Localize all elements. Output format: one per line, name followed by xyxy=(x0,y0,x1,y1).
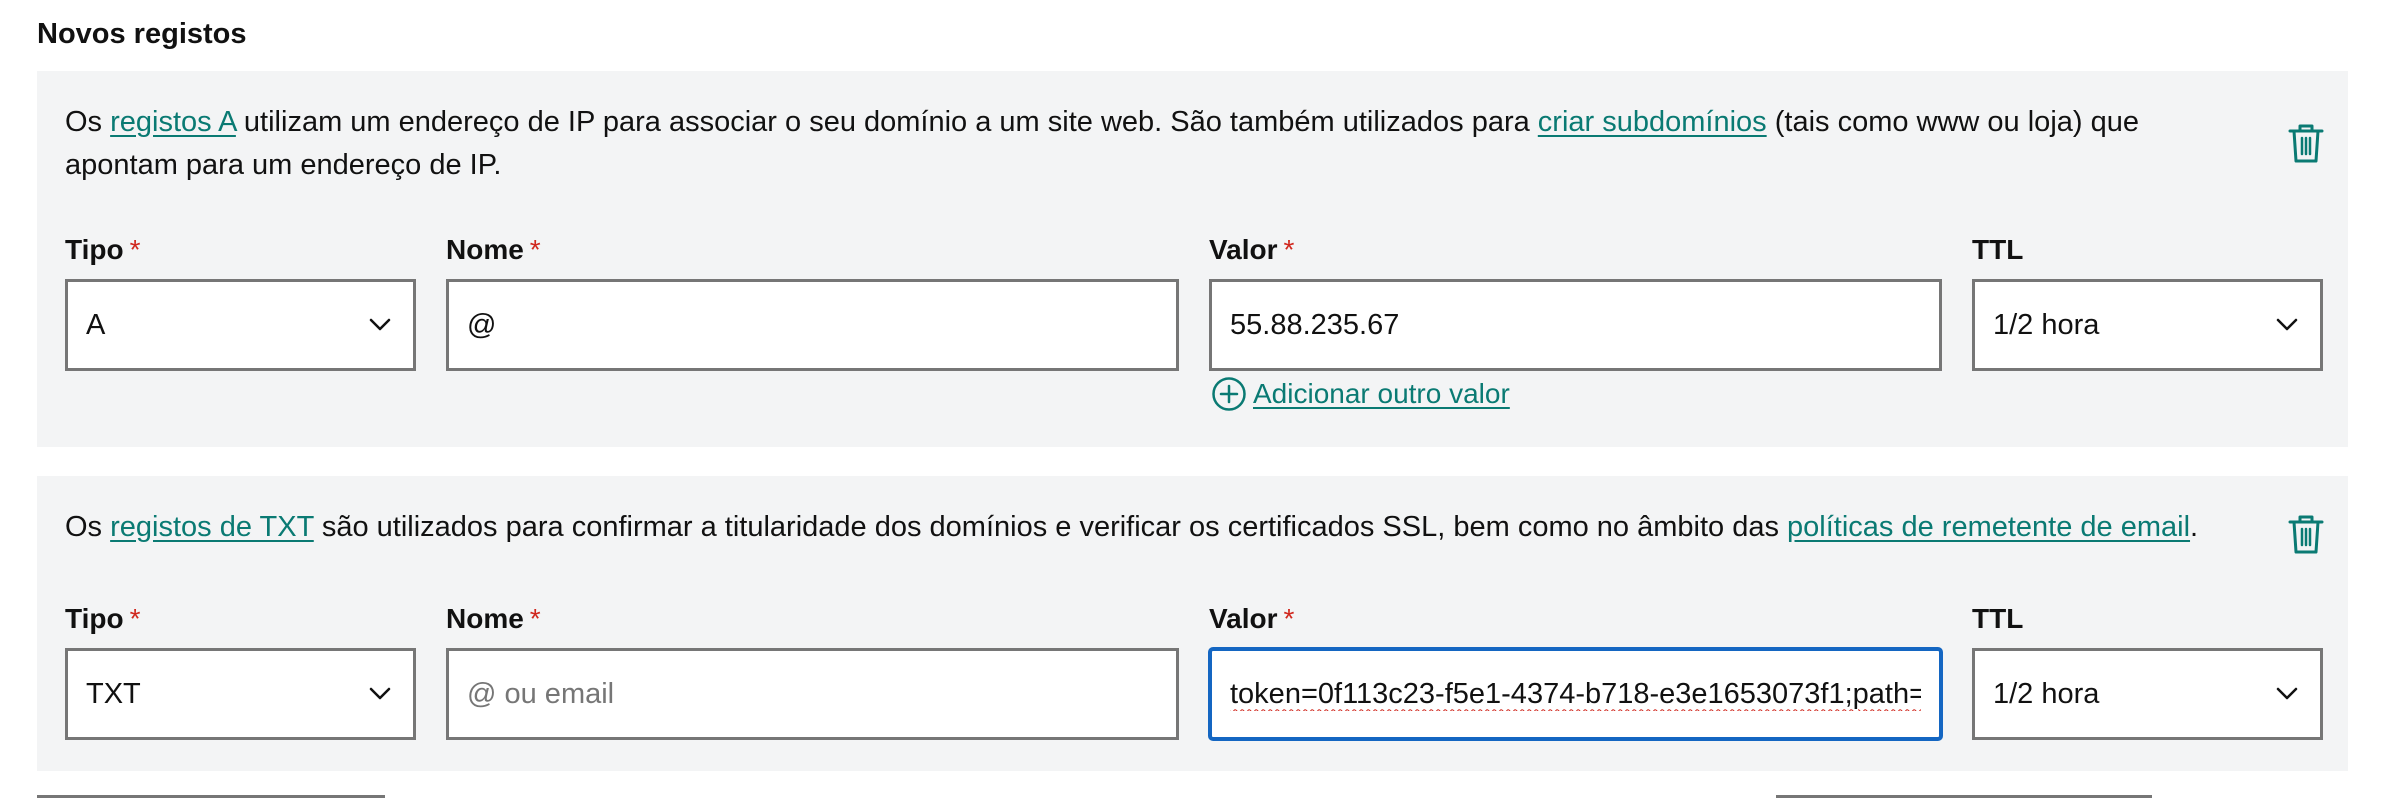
valor-label: Valor * xyxy=(1209,234,1942,266)
email-sender-policies-link[interactable]: políticas de remetente de email xyxy=(1787,511,2190,543)
tipo-select[interactable]: TXT xyxy=(65,648,416,740)
tipo-select-value: A xyxy=(86,308,106,341)
label-text: Nome xyxy=(446,603,524,634)
tipo-select[interactable]: A xyxy=(65,279,416,371)
chevron-down-icon xyxy=(369,318,391,331)
trash-icon xyxy=(2288,515,2324,554)
valor-input[interactable]: 55.88.235.67 xyxy=(1209,279,1942,371)
delete-record-button[interactable] xyxy=(2286,512,2326,556)
nome-label: Nome * xyxy=(446,234,1179,266)
valor-text-spellcheck: token=0f113c23-f5e1-4374-b718-e3e1653073… xyxy=(1230,677,1921,710)
txt-records-link[interactable]: registos de TXT xyxy=(110,511,314,543)
valor-input[interactable]: token=0f113c23-f5e1-4374-b718-e3e1653073… xyxy=(1209,648,1942,740)
required-marker: * xyxy=(129,234,141,265)
ttl-select[interactable]: 1/2 hora xyxy=(1972,648,2323,740)
plus-circle-icon xyxy=(1212,377,1246,411)
label-text: TTL xyxy=(1972,234,2024,265)
required-marker: * xyxy=(529,603,541,634)
trash-icon xyxy=(2288,124,2324,163)
ttl-select-value: 1/2 hora xyxy=(1993,308,2100,341)
desc-text: . xyxy=(2190,511,2199,543)
nome-input-value: @ xyxy=(467,308,497,341)
chevron-down-icon xyxy=(2276,687,2298,700)
chevron-down-icon xyxy=(2276,318,2298,331)
nome-label: Nome * xyxy=(446,603,1179,635)
desc-text: são utilizados para confirmar a titulari… xyxy=(313,511,1788,543)
tipo-label: Tipo * xyxy=(65,234,416,266)
a-records-link[interactable]: registos A xyxy=(110,106,236,138)
section-title: Novos registos xyxy=(37,18,247,50)
record-card-txt: Os registos de TXT são utilizados para c… xyxy=(37,476,2348,771)
required-marker: * xyxy=(129,603,141,634)
nome-input[interactable] xyxy=(446,648,1179,740)
add-another-value-label: Adicionar outro valor xyxy=(1253,378,1510,409)
desc-text: Os xyxy=(65,511,111,543)
record-card-a: Os registos A utilizam um endereço de IP… xyxy=(37,71,2348,447)
label-text: Tipo xyxy=(65,234,124,265)
ttl-label: TTL xyxy=(1972,603,2323,635)
tipo-select-value: TXT xyxy=(86,677,141,710)
label-text: Tipo xyxy=(65,603,124,634)
ttl-select[interactable]: 1/2 hora xyxy=(1972,279,2323,371)
ttl-select-value: 1/2 hora xyxy=(1993,677,2100,710)
desc-text: Os xyxy=(65,106,111,138)
create-subdomains-link[interactable]: criar subdomínios xyxy=(1538,106,1767,138)
required-marker: * xyxy=(1283,234,1295,265)
record-description: Os registos A utilizam um endereço de IP… xyxy=(65,101,2245,187)
desc-text: utilizam um endereço de IP para associar… xyxy=(235,106,1538,138)
add-another-value-button[interactable]: Adicionar outro valor xyxy=(1211,376,1510,412)
valor-input-value: 55.88.235.67 xyxy=(1230,308,1400,341)
tipo-label: Tipo * xyxy=(65,603,416,635)
required-marker: * xyxy=(1283,603,1295,634)
chevron-down-icon xyxy=(369,687,391,700)
nome-input[interactable]: @ xyxy=(446,279,1179,371)
label-text: Valor xyxy=(1209,603,1278,634)
label-text: Valor xyxy=(1209,234,1278,265)
label-text: TTL xyxy=(1972,603,2024,634)
valor-input-value: token=0f113c23-f5e1-4374-b718-e3e1653073… xyxy=(1230,678,1921,711)
required-marker: * xyxy=(529,234,541,265)
label-text: Nome xyxy=(446,234,524,265)
dns-records-page: Novos registos Os registos A utilizam um… xyxy=(0,0,2384,798)
delete-record-button[interactable] xyxy=(2286,121,2326,165)
valor-label: Valor * xyxy=(1209,603,1942,635)
record-description: Os registos de TXT são utilizados para c… xyxy=(65,506,2265,549)
ttl-label: TTL xyxy=(1972,234,2323,266)
